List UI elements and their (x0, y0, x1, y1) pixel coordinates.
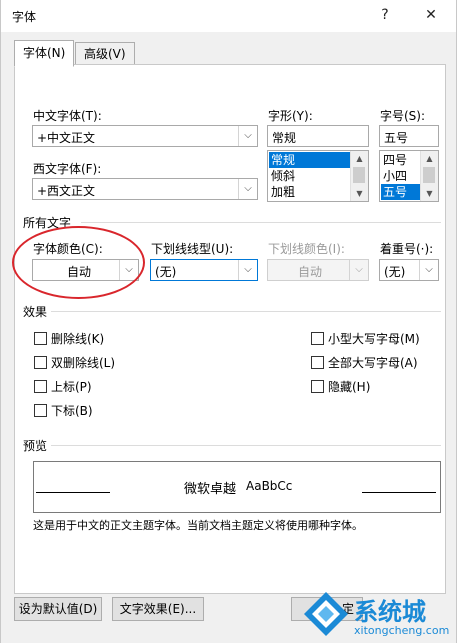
superscript-label[interactable]: 上标(P) (51, 378, 92, 395)
cn-font-label: 中文字体(T): (33, 109, 102, 123)
preview-heading: 预览 (23, 439, 48, 453)
preview-text-cn: 微软卓越 (184, 482, 237, 497)
watermark: 系统城 xitongcheng.com (300, 588, 458, 640)
preview-box: 微软卓越 AaBbCc (33, 461, 441, 513)
divider (51, 445, 441, 446)
help-button[interactable]: ? (373, 4, 397, 26)
style-list[interactable]: 常规 倾斜 加粗 ▲ ▼ (267, 150, 369, 202)
divider (51, 311, 441, 312)
subscript-checkbox[interactable] (34, 404, 47, 417)
divider (81, 222, 441, 223)
scroll-thumb[interactable] (423, 167, 435, 183)
subscript-label[interactable]: 下标(B) (51, 402, 93, 419)
underline-color-value: 自动 (298, 265, 323, 279)
tab-advanced[interactable]: 高级(V) (75, 42, 135, 66)
west-font-combo[interactable]: +西文正文 ⌵ (32, 178, 258, 200)
scroll-down-icon[interactable]: ▼ (421, 186, 438, 201)
watermark-url: xitongcheng.com (354, 624, 450, 637)
set-default-button[interactable]: 设为默认值(D) (14, 597, 102, 621)
underline-type-label: 下划线线型(U): (151, 242, 234, 256)
preview-text-en: AaBbCc (246, 479, 293, 493)
chevron-down-icon: ⌵ (349, 260, 368, 280)
small-caps-label[interactable]: 小型大写字母(M) (328, 330, 420, 347)
underline-color-label: 下划线颜色(I): (268, 242, 345, 256)
list-item[interactable]: 倾斜 (269, 168, 351, 184)
emphasis-label: 着重号(·): (380, 242, 434, 256)
size-scrollbar[interactable]: ▲ ▼ (420, 151, 438, 201)
small-caps-checkbox[interactable] (311, 332, 324, 345)
scroll-thumb[interactable] (353, 167, 365, 183)
text-effects-button[interactable]: 文字效果(E)... (112, 597, 204, 621)
west-font-value: +西文正文 (37, 184, 96, 198)
list-item[interactable]: 常规 (269, 152, 351, 168)
double-strikethrough-checkbox[interactable] (34, 356, 47, 369)
all-caps-label[interactable]: 全部大写字母(A) (328, 354, 418, 371)
preview-note: 这是用于中文的正文主题字体。当前文档主题定义将使用哪种字体。 (33, 519, 363, 532)
cn-font-value: +中文正文 (37, 131, 96, 145)
underline-type-combo[interactable]: (无) ⌵ (150, 259, 258, 281)
title-bar: 字体 ? ✕ (1, 0, 456, 32)
effects-heading: 效果 (23, 305, 48, 319)
preview-line-left (36, 492, 110, 493)
size-label: 字号(S): (380, 109, 426, 123)
strikethrough-label[interactable]: 删除线(K) (51, 330, 104, 347)
font-dialog: 字体 ? ✕ 字体(N) 高级(V) 中文字体(T): +中文正文 ⌵ 西文字体… (0, 0, 457, 643)
underline-type-value: (无) (155, 265, 177, 279)
tab-font[interactable]: 字体(N) (14, 40, 75, 67)
list-item[interactable]: 小四 (381, 168, 421, 184)
scroll-down-icon[interactable]: ▼ (351, 186, 368, 201)
window-title: 字体 (12, 10, 37, 24)
hidden-checkbox[interactable] (311, 380, 324, 393)
size-list[interactable]: 四号 小四 五号 ▲ ▼ (379, 150, 439, 202)
double-strikethrough-label[interactable]: 双删除线(L) (51, 354, 115, 371)
size-input-value: 五号 (384, 131, 409, 145)
all-caps-checkbox[interactable] (311, 356, 324, 369)
chevron-down-icon[interactable]: ⌵ (238, 126, 257, 146)
cn-font-combo[interactable]: +中文正文 ⌵ (32, 125, 258, 147)
chevron-down-icon[interactable]: ⌵ (238, 260, 257, 280)
chevron-down-icon[interactable]: ⌵ (238, 179, 257, 199)
scroll-up-icon[interactable]: ▲ (351, 151, 368, 166)
superscript-checkbox[interactable] (34, 380, 47, 393)
size-input[interactable]: 五号 (379, 125, 439, 147)
watermark-brand: 系统城 (354, 598, 426, 626)
hidden-label[interactable]: 隐藏(H) (328, 378, 370, 395)
style-input-value: 常规 (272, 131, 297, 145)
underline-color-combo: 自动 ⌵ (267, 259, 369, 281)
strikethrough-checkbox[interactable] (34, 332, 47, 345)
style-input[interactable]: 常规 (267, 125, 369, 147)
style-label: 字形(Y): (268, 109, 313, 123)
annotation-circle (12, 226, 145, 299)
list-item[interactable]: 五号 (381, 184, 421, 200)
chevron-down-icon[interactable]: ⌵ (419, 260, 438, 280)
emphasis-combo[interactable]: (无) ⌵ (379, 259, 439, 281)
watermark-logo-icon (304, 592, 348, 636)
list-item[interactable]: 加粗 (269, 184, 351, 200)
list-item[interactable]: 四号 (381, 152, 421, 168)
west-font-label: 西文字体(F): (33, 162, 102, 176)
preview-line-right (362, 492, 436, 493)
close-button[interactable]: ✕ (419, 4, 443, 26)
style-scrollbar[interactable]: ▲ ▼ (350, 151, 368, 201)
scroll-up-icon[interactable]: ▲ (421, 151, 438, 166)
emphasis-value: (无) (384, 265, 406, 279)
